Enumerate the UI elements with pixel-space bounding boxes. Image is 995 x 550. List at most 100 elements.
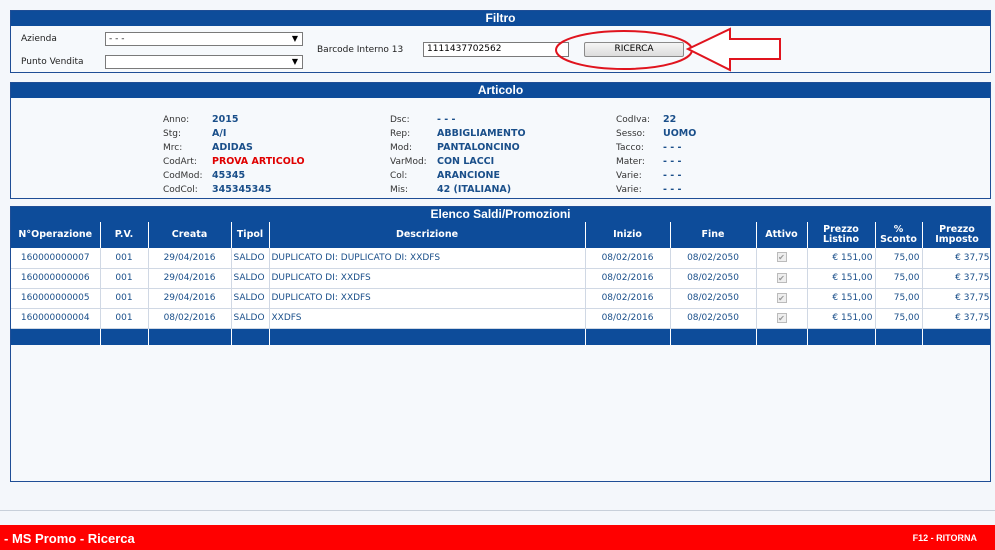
footer-cell <box>670 328 757 345</box>
header-line: Listino <box>822 234 860 245</box>
divider <box>0 510 995 511</box>
cell-prezzo-listino: € 151,00 <box>807 248 876 269</box>
field-label: Rep: <box>390 129 411 139</box>
cell-operazione: 160000000006 <box>11 268 101 289</box>
annotation-highlight <box>555 27 781 72</box>
footer-cell <box>922 328 990 345</box>
cell-inizio: 08/02/2016 <box>585 288 671 309</box>
table-row[interactable]: 160000000006 001 29/04/2016 SALDO DUPLIC… <box>11 268 990 289</box>
col-header-pv[interactable]: P.V. <box>100 222 149 248</box>
filtro-title: Filtro <box>11 11 990 26</box>
col-header-fine[interactable]: Fine <box>670 222 757 248</box>
field-value: A/I <box>212 128 227 139</box>
cell-pv: 001 <box>100 268 149 289</box>
attivo-checkbox: ✔ <box>776 272 787 283</box>
annotation-arrow-icon <box>685 27 781 72</box>
footer-cell <box>11 328 101 345</box>
field-value: 2015 <box>212 114 239 125</box>
cell-prezzo-imposto: € 37,75 <box>922 288 990 309</box>
elenco-title: Elenco Saldi/Promozioni <box>11 207 990 222</box>
col-header-creata[interactable]: Creata <box>148 222 232 248</box>
field-value-codart: PROVA ARTICOLO <box>212 156 305 167</box>
field-value: ADIDAS <box>212 142 253 153</box>
field-label: CodArt: <box>163 157 197 167</box>
cell-attivo: ✔ <box>756 248 808 269</box>
field-value: - - - <box>663 156 682 167</box>
cell-attivo: ✔ <box>756 268 808 289</box>
promo-table: N°Operazione P.V. Creata Tipol Descrizio… <box>11 222 990 345</box>
field-label: Sesso: <box>616 129 646 139</box>
field-label: Anno: <box>163 115 190 125</box>
col-header-tipol[interactable]: Tipol <box>231 222 270 248</box>
field-label: Mod: <box>390 143 413 153</box>
field-value: 42 (ITALIANA) <box>437 184 512 195</box>
header-line: Imposto <box>935 234 979 245</box>
cell-inizio: 08/02/2016 <box>585 268 671 289</box>
cell-creata: 08/02/2016 <box>148 308 232 329</box>
cell-creata: 29/04/2016 <box>148 268 232 289</box>
field-label: CodCol: <box>163 185 198 195</box>
field-value: - - - <box>663 184 682 195</box>
col-header-sconto[interactable]: % Sconto <box>875 222 923 248</box>
cell-creata: 29/04/2016 <box>148 248 232 269</box>
table-row[interactable]: 160000000007 001 29/04/2016 SALDO DUPLIC… <box>11 248 990 269</box>
footer-cell <box>585 328 671 345</box>
cell-tipol: SALDO <box>231 308 270 329</box>
cell-pv: 001 <box>100 288 149 309</box>
col-header-descrizione[interactable]: Descrizione <box>269 222 586 248</box>
cell-operazione: 160000000005 <box>11 288 101 309</box>
barcode-label: Barcode Interno 13 <box>317 45 404 55</box>
chevron-down-icon: ▼ <box>291 57 298 66</box>
footer-bar: - MS Promo - Ricerca F12 - RITORNA <box>0 525 995 550</box>
attivo-checkbox: ✔ <box>776 292 787 303</box>
field-value: - - - <box>663 170 682 181</box>
footer-cell <box>807 328 876 345</box>
cell-prezzo-imposto: € 37,75 <box>922 308 990 329</box>
field-value: PANTALONCINO <box>437 142 520 153</box>
punto-vendita-select[interactable]: ▼ <box>105 55 303 69</box>
col-header-prezzo-listino[interactable]: Prezzo Listino <box>807 222 876 248</box>
annotation-ellipse <box>555 30 693 70</box>
col-header-inizio[interactable]: Inizio <box>585 222 671 248</box>
col-header-operazione[interactable]: N°Operazione <box>11 222 101 248</box>
field-label: Mrc: <box>163 143 183 153</box>
field-label: VarMod: <box>390 157 427 167</box>
cell-descrizione: XXDFS <box>269 308 586 329</box>
field-value: - - - <box>663 142 682 153</box>
chevron-down-icon: ▼ <box>291 34 298 43</box>
attivo-checkbox: ✔ <box>776 312 787 323</box>
footer-title: - MS Promo - Ricerca <box>4 531 135 546</box>
footer-cell <box>231 328 270 345</box>
cell-fine: 08/02/2050 <box>670 268 757 289</box>
table-row[interactable]: 160000000004 001 08/02/2016 SALDO XXDFS … <box>11 308 990 329</box>
azienda-label: Azienda <box>21 34 57 44</box>
field-label: Varie: <box>616 185 642 195</box>
cell-fine: 08/02/2050 <box>670 288 757 309</box>
cell-inizio: 08/02/2016 <box>585 308 671 329</box>
cell-prezzo-listino: € 151,00 <box>807 288 876 309</box>
cell-prezzo-imposto: € 37,75 <box>922 268 990 289</box>
cell-creata: 29/04/2016 <box>148 288 232 309</box>
punto-vendita-label: Punto Vendita <box>21 57 84 67</box>
cell-sconto: 75,00 <box>875 268 923 289</box>
header-line: Sconto <box>880 234 917 245</box>
cell-descrizione: DUPLICATO DI: XXDFS <box>269 268 586 289</box>
filtro-panel: Filtro Azienda - - - ▼ Punto Vendita ▼ B… <box>10 10 991 73</box>
footer-cell <box>756 328 808 345</box>
field-label: Varie: <box>616 171 642 181</box>
field-label: CodMod: <box>163 171 203 181</box>
cell-sconto: 75,00 <box>875 308 923 329</box>
cell-tipol: SALDO <box>231 248 270 269</box>
field-label: Tacco: <box>616 143 644 153</box>
azienda-select[interactable]: - - - ▼ <box>105 32 303 46</box>
col-header-prezzo-imposto[interactable]: Prezzo Imposto <box>922 222 990 248</box>
ritorna-shortcut[interactable]: F12 - RITORNA <box>913 533 977 543</box>
cell-prezzo-listino: € 151,00 <box>807 308 876 329</box>
cell-pv: 001 <box>100 248 149 269</box>
table-row[interactable]: 160000000005 001 29/04/2016 SALDO DUPLIC… <box>11 288 990 309</box>
field-label: CodIva: <box>616 115 651 125</box>
field-value: 22 <box>663 114 677 125</box>
cell-inizio: 08/02/2016 <box>585 248 671 269</box>
cell-descrizione: DUPLICATO DI: XXDFS <box>269 288 586 309</box>
col-header-attivo[interactable]: Attivo <box>756 222 808 248</box>
